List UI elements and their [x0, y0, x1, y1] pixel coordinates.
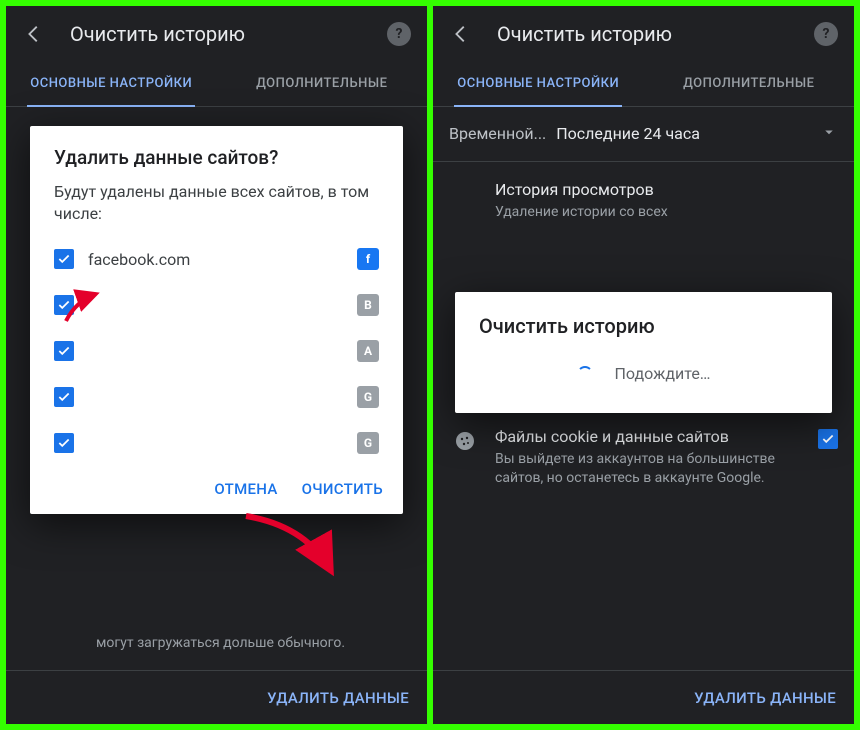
tab-advanced[interactable]: ДОПОЛНИТЕЛЬНЫЕ	[644, 62, 855, 106]
site-checkbox[interactable]	[54, 295, 74, 315]
site-list: facebook.com f B A G G	[30, 236, 403, 466]
right-screenshot: Очистить историю ? ОСНОВНЫЕ НАСТРОЙКИ ДО…	[433, 6, 854, 724]
delete-data-button[interactable]: УДАЛИТЬ ДАННЫЕ	[694, 689, 836, 707]
site-favicon-icon: G	[357, 386, 379, 408]
site-row: B	[54, 282, 379, 328]
site-favicon-icon: A	[357, 340, 379, 362]
site-row: A	[54, 328, 379, 374]
setting-history[interactable]: История просмотров Удаление истории со в…	[433, 162, 854, 240]
dialog-title: Удалить данные сайтов?	[30, 126, 403, 181]
confirm-dialog: Удалить данные сайтов? Будут удалены дан…	[30, 126, 403, 514]
page-title: Очистить историю	[70, 22, 387, 46]
bottom-bar: УДАЛИТЬ ДАННЫЕ	[433, 670, 854, 724]
help-icon[interactable]: ?	[814, 22, 838, 46]
progress-title: Очистить историю	[479, 314, 808, 338]
header: Очистить историю ?	[6, 6, 427, 62]
back-icon[interactable]	[22, 22, 46, 46]
setting-subtitle: Удаление истории со всех	[495, 203, 838, 222]
site-domain: facebook.com	[88, 250, 343, 269]
progress-text: Подождите…	[615, 364, 711, 383]
tab-basic[interactable]: ОСНОВНЫЕ НАСТРОЙКИ	[433, 62, 644, 106]
help-icon[interactable]: ?	[387, 22, 411, 46]
dialog-actions: ОТМЕНА ОЧИСТИТЬ	[30, 466, 403, 514]
setting-cookies[interactable]: Файлы cookie и данные сайтов Вы выйдете …	[433, 409, 854, 506]
setting-title: Файлы cookie и данные сайтов	[495, 427, 800, 446]
cached-text-fragment: могут загружаться дольше обычного.	[96, 634, 345, 654]
clear-button[interactable]: ОЧИСТИТЬ	[302, 480, 383, 498]
setting-title: История просмотров	[495, 180, 838, 199]
tabs: ОСНОВНЫЕ НАСТРОЙКИ ДОПОЛНИТЕЛЬНЫЕ	[6, 62, 427, 107]
back-icon[interactable]	[449, 22, 473, 46]
placeholder-icon	[453, 182, 477, 206]
tab-basic[interactable]: ОСНОВНЫЕ НАСТРОЙКИ	[6, 62, 217, 106]
spinner-icon	[577, 366, 593, 382]
time-range-label: Временной...	[449, 124, 546, 143]
dialog-message: Будут удалены данные всех сайтов, в том …	[30, 181, 403, 236]
site-checkbox[interactable]	[54, 433, 74, 453]
header: Очистить историю ?	[433, 6, 854, 62]
delete-data-button[interactable]: УДАЛИТЬ ДАННЫЕ	[267, 689, 409, 707]
site-checkbox[interactable]	[54, 387, 74, 407]
site-checkbox[interactable]	[54, 249, 74, 269]
tab-advanced[interactable]: ДОПОЛНИТЕЛЬНЫЕ	[217, 62, 428, 106]
chevron-down-icon	[820, 123, 838, 145]
tabs: ОСНОВНЫЕ НАСТРОЙКИ ДОПОЛНИТЕЛЬНЫЕ	[433, 62, 854, 107]
time-range-dropdown[interactable]: Временной... Последние 24 часа	[433, 107, 854, 162]
site-row: facebook.com f	[54, 236, 379, 282]
site-favicon-icon: B	[357, 294, 379, 316]
site-favicon-icon: f	[357, 248, 379, 270]
site-checkbox[interactable]	[54, 341, 74, 361]
site-favicon-icon: G	[357, 432, 379, 454]
cookie-icon	[453, 429, 477, 453]
page-title: Очистить историю	[497, 22, 814, 46]
cancel-button[interactable]: ОТМЕНА	[214, 480, 277, 498]
progress-dialog: Очистить историю Подождите…	[455, 292, 832, 413]
site-row: G	[54, 420, 379, 466]
setting-checkbox[interactable]	[818, 429, 838, 449]
setting-subtitle: Вы выйдете из аккаунтов на большинстве с…	[495, 450, 800, 488]
bottom-bar: УДАЛИТЬ ДАННЫЕ	[6, 670, 427, 724]
time-range-value: Последние 24 часа	[556, 124, 820, 143]
left-screenshot: Очистить историю ? ОСНОВНЫЕ НАСТРОЙКИ ДО…	[6, 6, 427, 724]
site-row: G	[54, 374, 379, 420]
